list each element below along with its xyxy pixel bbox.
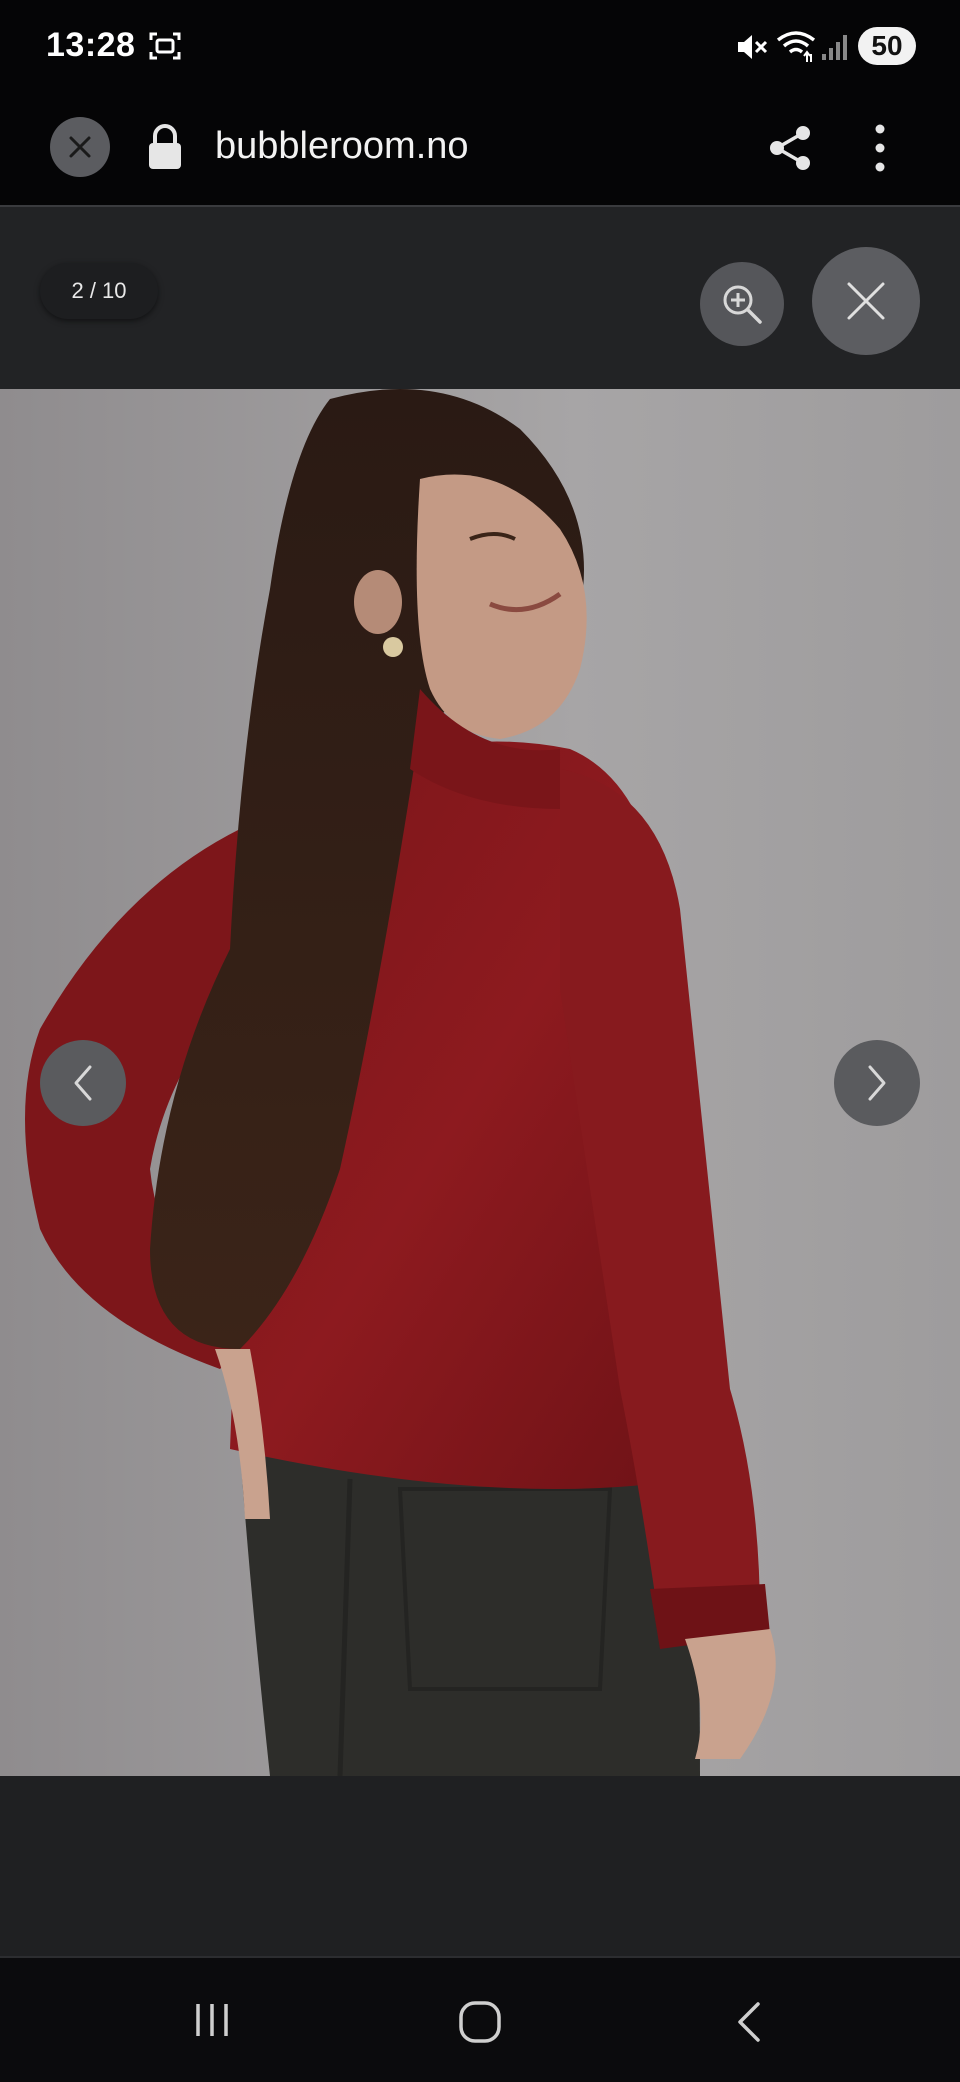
home-icon[interactable]: [458, 2000, 502, 2044]
signal-icon: [822, 35, 847, 60]
screenshot-icon: [149, 32, 181, 60]
close-icon: [847, 282, 885, 320]
wifi-icon: [776, 31, 816, 62]
status-time: 13:28: [46, 26, 136, 64]
share-icon[interactable]: [765, 123, 815, 173]
gallery-footer: [0, 1776, 960, 1956]
mute-icon: [738, 35, 768, 59]
zoom-in-icon: [723, 285, 762, 324]
model-illustration: [0, 389, 960, 1776]
image-counter: 2 / 10: [40, 263, 158, 319]
next-image-button[interactable]: [834, 1040, 920, 1126]
product-photo: [0, 389, 960, 1776]
chevron-right-icon: [868, 1065, 886, 1101]
more-vert-icon[interactable]: [862, 121, 898, 175]
recents-icon[interactable]: [192, 2002, 232, 2038]
status-bar: 13:28 50: [0, 0, 960, 95]
browser-toolbar: bubbleroom.no: [0, 95, 960, 207]
chevron-left-icon: [74, 1065, 92, 1101]
close-icon: [69, 136, 91, 158]
system-nav-bar: [0, 1956, 960, 2082]
zoom-button[interactable]: [700, 262, 784, 346]
close-tab-button[interactable]: [50, 117, 110, 177]
back-icon[interactable]: [732, 2000, 764, 2044]
lock-icon[interactable]: [146, 123, 184, 171]
url-text[interactable]: bubbleroom.no: [215, 125, 469, 168]
battery-indicator: 50: [858, 27, 916, 65]
gallery-header: 2 / 10: [0, 207, 960, 389]
close-gallery-button[interactable]: [812, 247, 920, 355]
previous-image-button[interactable]: [40, 1040, 126, 1126]
